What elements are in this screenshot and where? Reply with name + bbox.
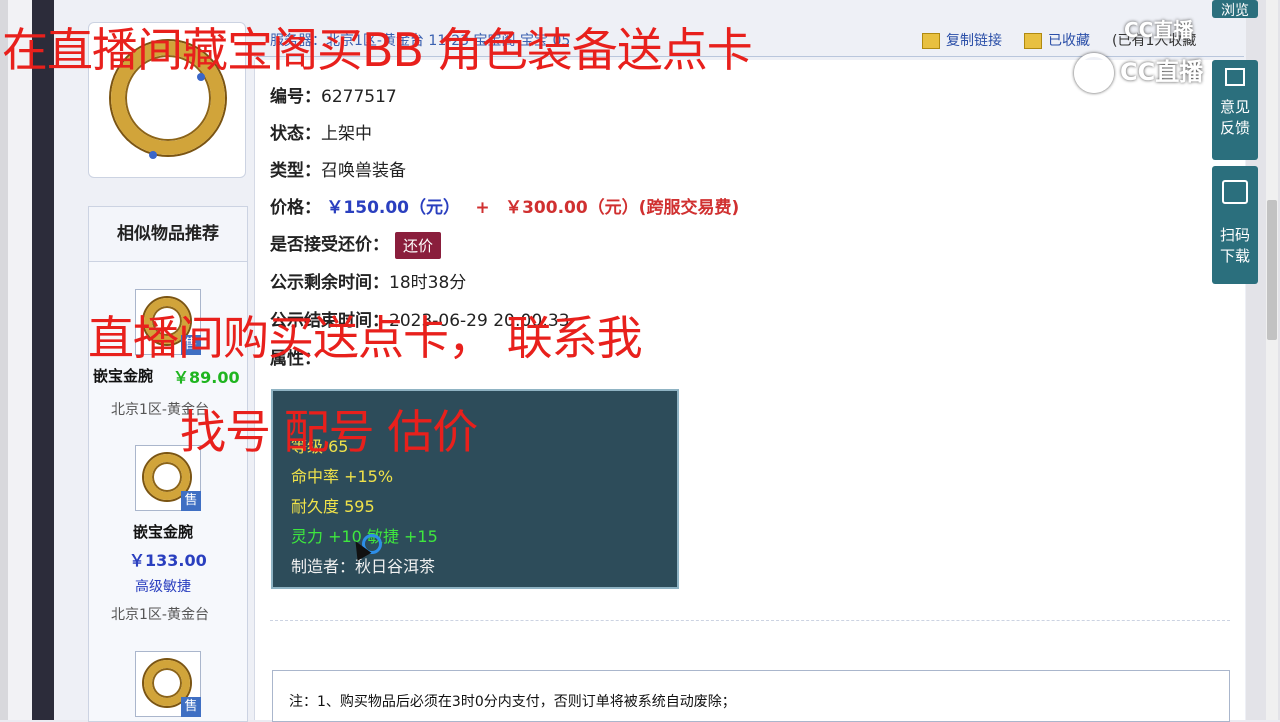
- rec-item-name[interactable]: 嵌宝金腕: [93, 365, 153, 386]
- overlay-services: 找号 配号 估价: [180, 405, 478, 459]
- rec-item-thumb[interactable]: 售: [135, 651, 201, 717]
- feedback-icon: [1225, 68, 1245, 86]
- left-gutter: [8, 0, 32, 720]
- scan-download-button[interactable]: 扫码 下载: [1212, 166, 1258, 284]
- sale-tag: 售: [181, 491, 201, 511]
- attr-durability: 耐久度 595: [291, 497, 375, 516]
- similar-items-panel: 相似物品推荐 售 嵌宝金腕 ￥89.00 北京1区-黄金台 售 嵌宝金腕 ￥13…: [88, 206, 248, 722]
- item-status-value: 上架中: [321, 124, 372, 144]
- similar-items-title: 相似物品推荐: [89, 207, 247, 262]
- item-id-row: 编号：6277517: [270, 87, 397, 107]
- purchase-note-box: 注：1、购买物品后必须在3时0分内支付，否则订单将被系统自动废除；: [272, 670, 1230, 722]
- collected-button[interactable]: 已收藏: [1024, 30, 1090, 50]
- cross-server-fee: ￥300.00（元）(跨服交易费): [505, 198, 740, 218]
- rec-item-desc: 高级敏捷: [135, 579, 191, 595]
- cc-logo-icon: [1074, 53, 1114, 93]
- scan-icon: [1222, 180, 1248, 204]
- item-price: ￥150.00（元）: [326, 198, 461, 218]
- item-id-value: 6277517: [321, 87, 397, 107]
- item-price-row: 价格： ￥150.00（元） + ￥300.00（元）(跨服交易费): [270, 198, 740, 218]
- purchase-note: 注：1、购买物品后必须在3时0分内支付，否则订单将被系统自动废除；: [289, 694, 736, 710]
- left-dark-bar: [32, 0, 54, 720]
- scrollbar[interactable]: [1266, 0, 1278, 720]
- attr-hit: 命中率 +15%: [291, 467, 394, 486]
- rec-item-price: ￥133.00: [129, 551, 207, 570]
- remaining-time-value: 18时38分: [389, 273, 467, 293]
- cc-live-logo: CC直播: [1074, 52, 1203, 93]
- copy-link-button[interactable]: 复制链接: [922, 30, 1002, 50]
- favorite-icon: [1024, 33, 1042, 49]
- gem-decoration: [149, 151, 157, 159]
- side-browse[interactable]: 浏览: [1212, 0, 1258, 19]
- overlay-promo: 直播间购买送点卡， 联系我: [88, 311, 643, 365]
- sale-tag: 售: [181, 697, 201, 717]
- counter-offer-row: 是否接受还价： 还价: [270, 230, 442, 259]
- remaining-time-row: 公示剩余时间：18时38分: [270, 273, 467, 293]
- section-divider: [270, 620, 1230, 621]
- rec-item-server: 北京1区-黄金台: [111, 607, 209, 623]
- item-status-row: 状态：上架中: [270, 124, 372, 144]
- item-type-row: 类型：召唤兽装备: [270, 161, 406, 181]
- feedback-button[interactable]: 意见 反馈: [1212, 60, 1258, 160]
- counter-offer-button[interactable]: 还价: [395, 231, 442, 259]
- item-type-value: 召唤兽装备: [321, 161, 406, 181]
- copy-link-icon: [922, 33, 940, 49]
- cc-live-watermark: CC直播: [1124, 18, 1194, 42]
- scrollbar-thumb[interactable]: [1267, 200, 1277, 340]
- price-plus: +: [475, 198, 490, 218]
- overlay-headline: 在直播间藏宝阁买BB 角色装备送点卡: [2, 23, 753, 77]
- rec-item-name[interactable]: 嵌宝金腕: [133, 521, 193, 542]
